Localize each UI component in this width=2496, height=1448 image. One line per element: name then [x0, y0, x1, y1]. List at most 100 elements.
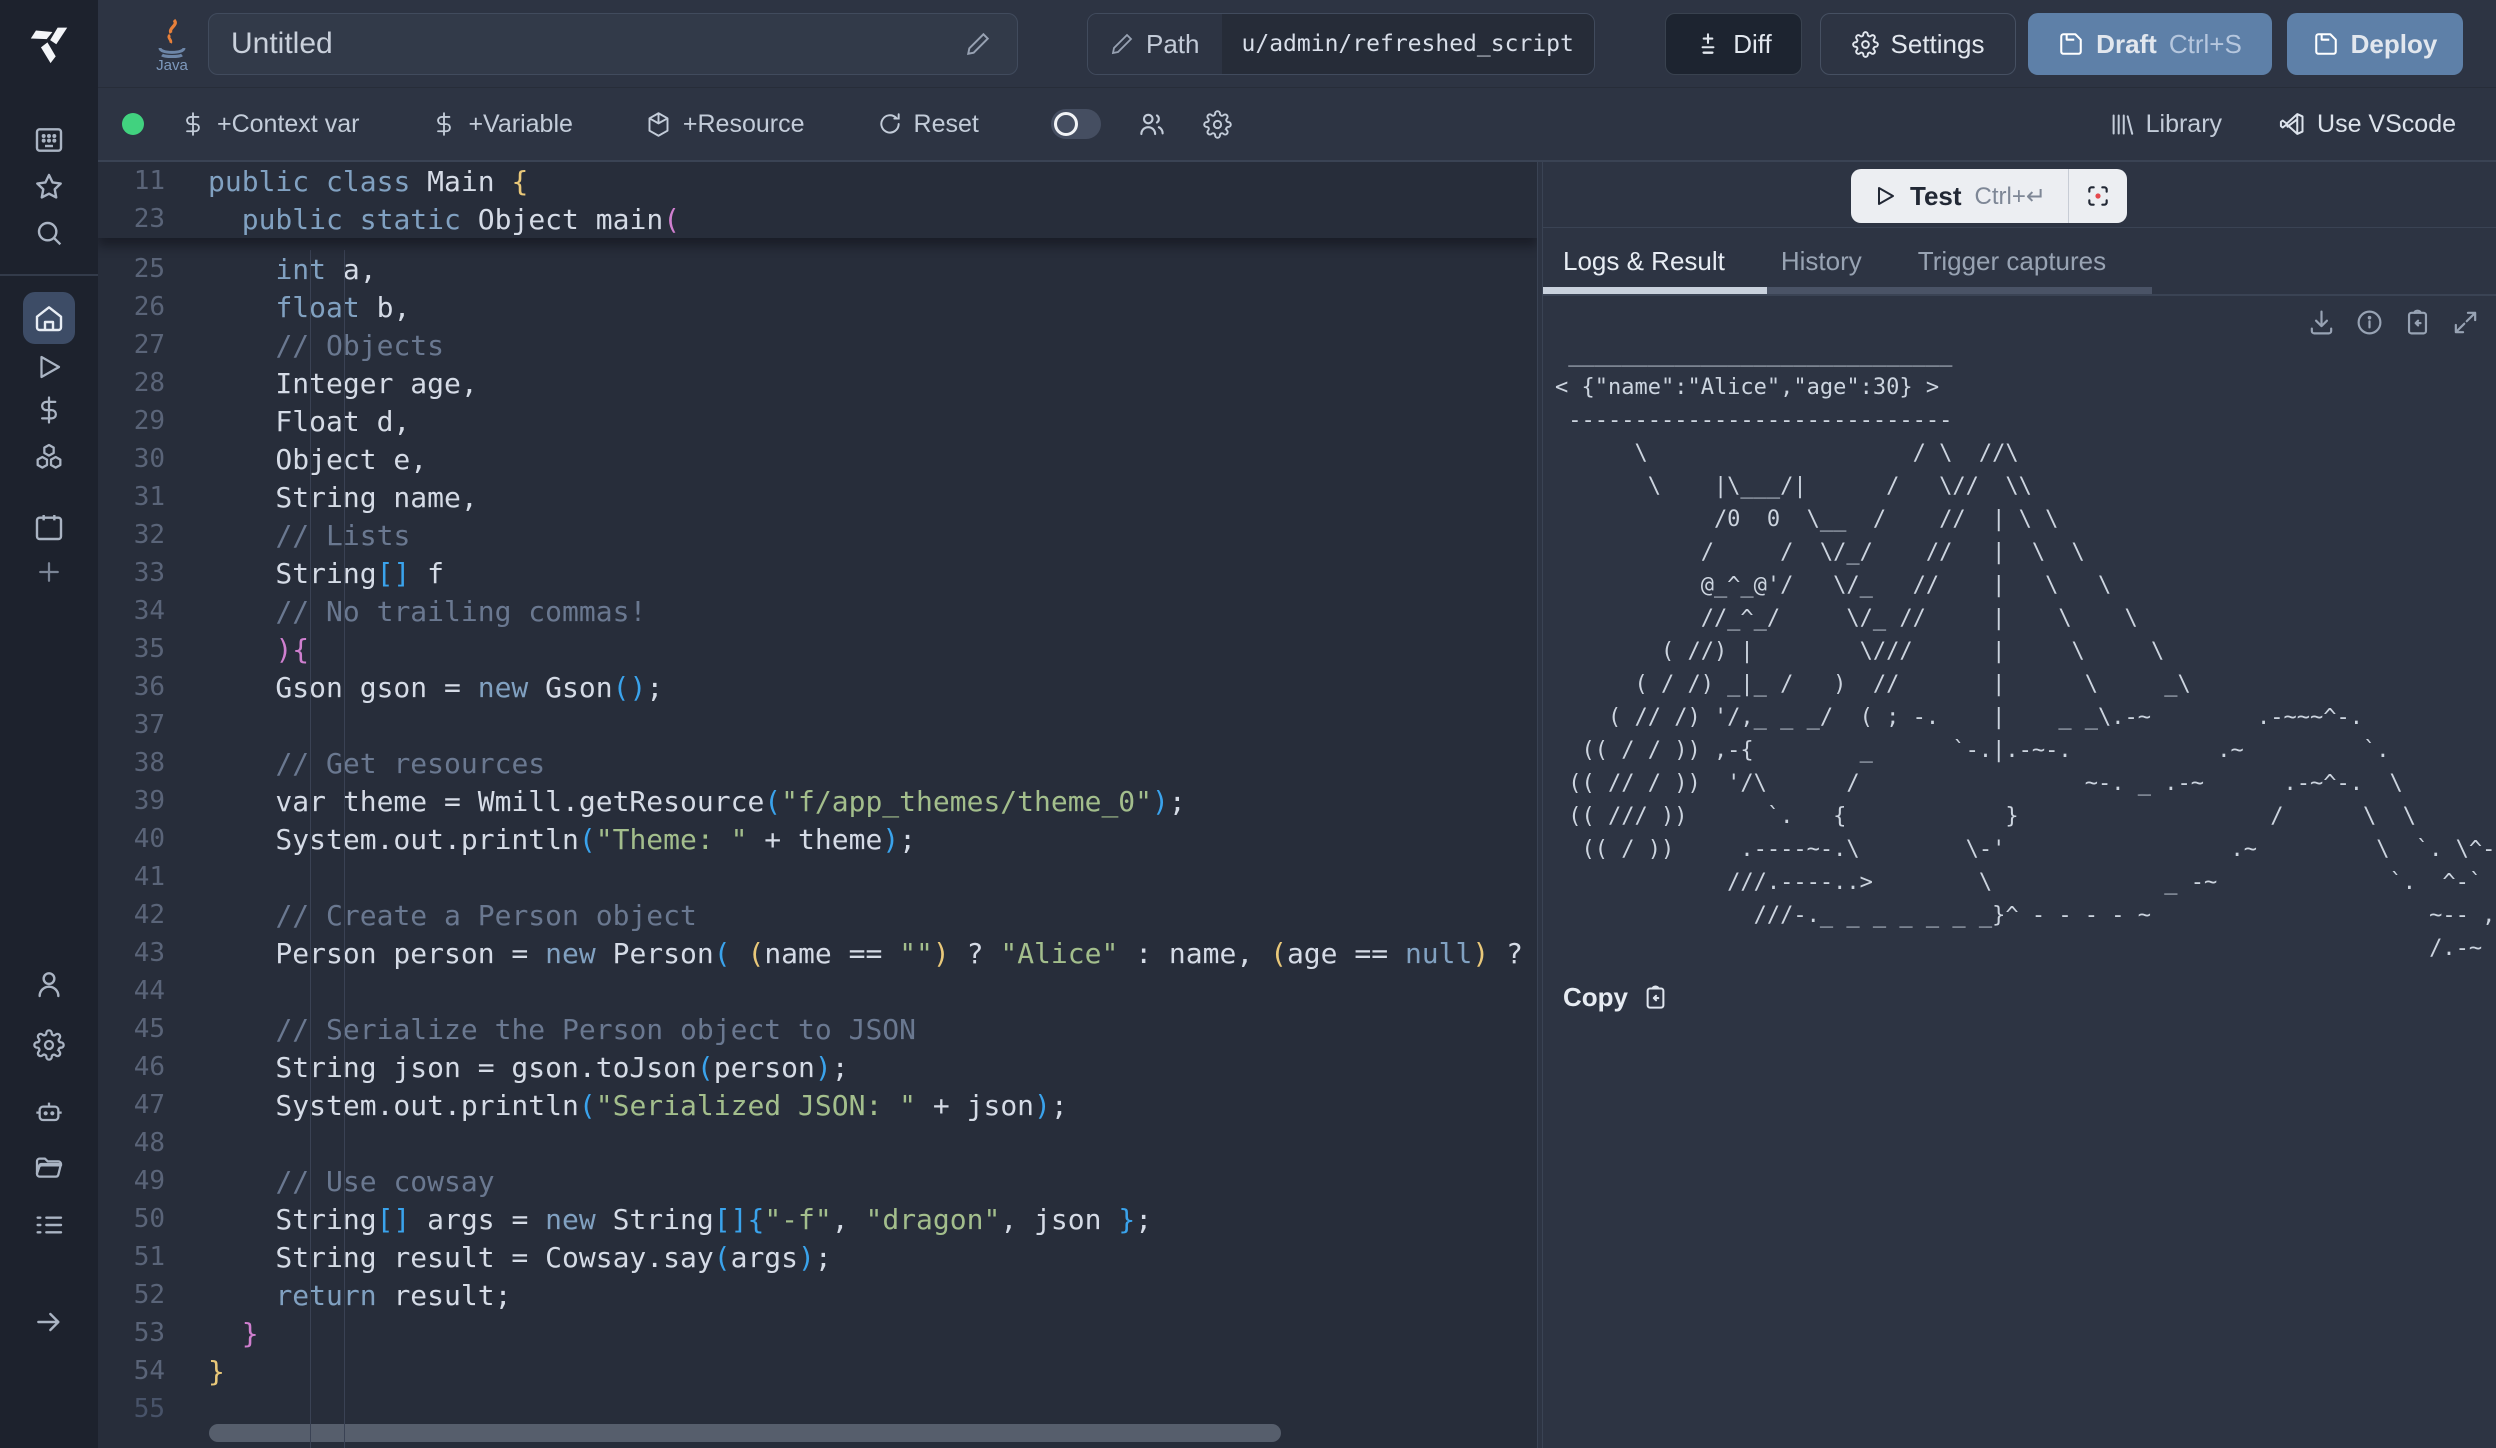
windmill-logo-icon[interactable] [17, 10, 81, 74]
expand-result-icon[interactable] [2451, 308, 2480, 337]
code-line[interactable]: 32 // Lists [98, 516, 1537, 554]
sidebar-item-variables-dollar-icon[interactable] [0, 384, 98, 436]
diff-button[interactable]: Diff [1665, 13, 1802, 75]
line-number: 44 [98, 976, 165, 1006]
line-number: 32 [98, 520, 165, 550]
code-line[interactable]: 48 [98, 1124, 1537, 1162]
top-bar: Java Untitled Path u/admin/refreshed_scr… [98, 0, 2496, 88]
line-number: 11 [98, 166, 165, 196]
line-number: 29 [98, 406, 165, 436]
line-number: 47 [98, 1090, 165, 1120]
sidebar-expand-arrow-icon[interactable] [0, 1296, 98, 1348]
line-number: 27 [98, 330, 165, 360]
code-line[interactable]: 25 int a, [98, 250, 1537, 288]
copy-result-button[interactable]: Copy [1563, 982, 1669, 1013]
code-line[interactable]: 11public class Main { [98, 162, 1537, 200]
tab-trigger-captures[interactable]: Trigger captures [1918, 246, 2106, 277]
code-line[interactable]: 39 var theme = Wmill.getResource("f/app_… [98, 782, 1537, 820]
line-number: 31 [98, 482, 165, 512]
clipboard-icon [1642, 984, 1669, 1011]
test-button[interactable]: Test Ctrl+↵ [1851, 181, 2068, 212]
code-line[interactable]: 36 Gson gson = new Gson(); [98, 668, 1537, 706]
library-label: Library [2146, 110, 2222, 139]
script-title-input[interactable]: Untitled [208, 13, 1018, 75]
sidebar-item-search-icon[interactable] [0, 207, 98, 259]
code-line[interactable]: 23 public static Object main( [98, 200, 1537, 238]
code-line[interactable]: 51 String result = Cowsay.say(args); [98, 1238, 1537, 1276]
code-line[interactable]: 26 float b, [98, 288, 1537, 326]
tab-scrollbar[interactable] [1767, 287, 2152, 294]
settings-button[interactable]: Settings [1820, 13, 2016, 75]
editor-settings-button[interactable] [1203, 110, 1232, 139]
code-line[interactable]: 41 [98, 858, 1537, 896]
code-line[interactable]: 30 Object e, [98, 440, 1537, 478]
sidebar-item-folders-icon[interactable] [0, 1142, 98, 1194]
add-variable-button[interactable]: +Variable [431, 110, 572, 139]
sidebar-item-audit-logs-list-icon[interactable] [0, 1199, 98, 1251]
sidebar-item-favorites-star-icon[interactable] [0, 161, 98, 213]
deploy-button[interactable]: Deploy [2287, 13, 2463, 75]
path-input[interactable]: u/admin/refreshed_script [1222, 14, 1594, 74]
sidebar-item-settings-gear-icon[interactable] [0, 1019, 98, 1071]
code-line[interactable]: 28 Integer age, [98, 364, 1537, 402]
draft-shortcut: Ctrl+S [2169, 29, 2242, 60]
sidebar-item-workers-robot-icon[interactable] [0, 1086, 98, 1138]
line-number: 52 [98, 1280, 165, 1310]
path-group: Path u/admin/refreshed_script [1087, 13, 1595, 75]
sidebar-item-home-icon[interactable] [23, 292, 75, 344]
sidebar [0, 0, 98, 1448]
code-line[interactable]: 49 // Use cowsay [98, 1162, 1537, 1200]
code-line[interactable]: 40 System.out.println("Theme: " + theme)… [98, 820, 1537, 858]
active-tab-underline [1543, 287, 1767, 294]
code-line[interactable]: 29 Float d, [98, 402, 1537, 440]
code-line[interactable]: 33 String[] f [98, 554, 1537, 592]
draft-button[interactable]: Draft Ctrl+S [2028, 13, 2272, 75]
code-line[interactable]: 50 String[] args = new String[]{"-f", "d… [98, 1200, 1537, 1238]
code-line[interactable]: 53 } [98, 1314, 1537, 1352]
code-line[interactable]: 37 [98, 706, 1537, 744]
code-editor[interactable]: 11public class Main {23 public static Ob… [98, 162, 1537, 1448]
add-context-var-button[interactable]: +Context var [180, 110, 359, 139]
result-panel: Test Ctrl+↵ Logs & Result History Trigge… [1543, 162, 2496, 1448]
use-vscode-button[interactable]: Use VScode [2278, 110, 2456, 139]
code-line[interactable]: 35 ){ [98, 630, 1537, 668]
path-edit-button[interactable]: Path [1088, 14, 1222, 74]
code-line[interactable]: 52 return result; [98, 1276, 1537, 1314]
line-number: 26 [98, 292, 165, 322]
code-line[interactable]: 27 // Objects [98, 326, 1537, 364]
code-line[interactable]: 44 [98, 972, 1537, 1010]
add-resource-button[interactable]: +Resource [645, 110, 805, 139]
sidebar-item-add-plus-icon[interactable] [0, 546, 98, 598]
test-row: Test Ctrl+↵ [1543, 162, 2496, 228]
editor-toolbar: +Context var +Variable +Resource Reset L… [98, 88, 2496, 162]
code-line[interactable]: 55 [98, 1390, 1537, 1428]
sidebar-item-resources-boxes-icon[interactable] [0, 431, 98, 483]
test-button-group: Test Ctrl+↵ [1851, 169, 2127, 223]
collaborators-button[interactable] [1137, 109, 1167, 139]
result-info-icon[interactable] [2355, 308, 2384, 337]
code-line[interactable]: 46 String json = gson.toJson(person); [98, 1048, 1537, 1086]
edit-title-pencil-icon[interactable] [965, 31, 991, 57]
code-line[interactable]: 54} [98, 1352, 1537, 1390]
reset-button[interactable]: Reset [877, 110, 979, 139]
tab-history[interactable]: History [1781, 246, 1862, 277]
sticky-scroll-lines[interactable]: 11public class Main {23 public static Ob… [98, 162, 1537, 238]
assistant-toggle[interactable] [1051, 109, 1101, 139]
editor-horizontal-scrollbar[interactable] [209, 1424, 1281, 1442]
code-line[interactable]: 43 Person person = new Person( (name == … [98, 934, 1537, 972]
library-button[interactable]: Library [2108, 110, 2222, 139]
diff-plus-minus-icon [1695, 31, 1721, 57]
code-line[interactable]: 42 // Create a Person object [98, 896, 1537, 934]
copy-result-clipboard-icon[interactable] [2403, 308, 2432, 337]
sidebar-item-apps-grid[interactable] [0, 114, 98, 166]
download-result-icon[interactable] [2307, 308, 2336, 337]
code-line[interactable]: 45 // Serialize the Person object to JSO… [98, 1010, 1537, 1048]
code-line[interactable]: 31 String name, [98, 478, 1537, 516]
code-line[interactable]: 34 // No trailing commas! [98, 592, 1537, 630]
sidebar-item-user-icon[interactable] [0, 958, 98, 1010]
line-number: 41 [98, 862, 165, 892]
tab-logs-and-result[interactable]: Logs & Result [1563, 246, 1725, 277]
capture-button[interactable] [2069, 183, 2127, 209]
code-line[interactable]: 38 // Get resources [98, 744, 1537, 782]
code-line[interactable]: 47 System.out.println("Serialized JSON: … [98, 1086, 1537, 1124]
